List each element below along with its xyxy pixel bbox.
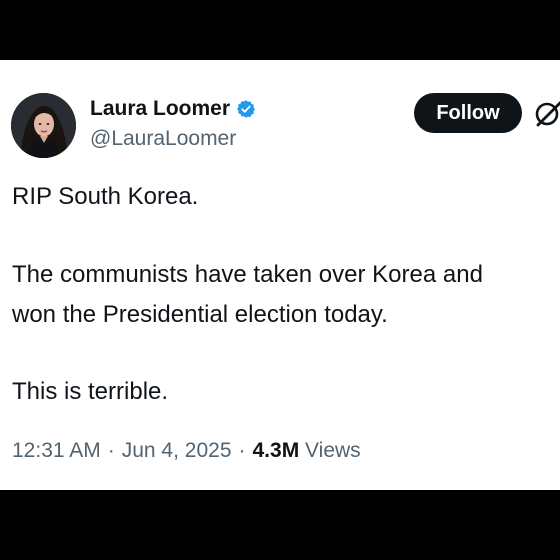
- tweet-date[interactable]: Jun 4, 2025: [122, 439, 232, 462]
- verified-badge-icon: [237, 100, 256, 118]
- tweet-card: Laura Loomer @LauraLoomer Follow RIP Sou…: [0, 60, 560, 490]
- author-display-name[interactable]: Laura Loomer: [90, 96, 230, 122]
- follow-button[interactable]: Follow: [414, 93, 522, 133]
- views-count[interactable]: 4.3M: [253, 439, 300, 462]
- author-handle[interactable]: @LauraLoomer: [90, 126, 236, 152]
- tweet-meta: 12:31 AM · Jun 4, 2025 · 4.3M Views: [12, 437, 361, 465]
- tweet-time[interactable]: 12:31 AM: [12, 439, 101, 462]
- meta-separator: ·: [107, 439, 115, 462]
- tweet-text-line: This is terrible.: [12, 378, 169, 405]
- profile-photo: [11, 93, 76, 158]
- avatar[interactable]: [11, 93, 76, 158]
- meta-separator: ·: [238, 439, 246, 462]
- screenshot-frame: Laura Loomer @LauraLoomer Follow RIP Sou…: [0, 0, 560, 560]
- grok-icon[interactable]: [532, 96, 560, 130]
- tweet-text-line: won the Presidential election today.: [12, 301, 388, 328]
- tweet-text-line: The communists have taken over Korea and: [12, 261, 483, 288]
- tweet-text-line: RIP South Korea.: [12, 183, 199, 210]
- author-name-row: Laura Loomer: [90, 96, 256, 122]
- views-label: Views: [305, 439, 361, 462]
